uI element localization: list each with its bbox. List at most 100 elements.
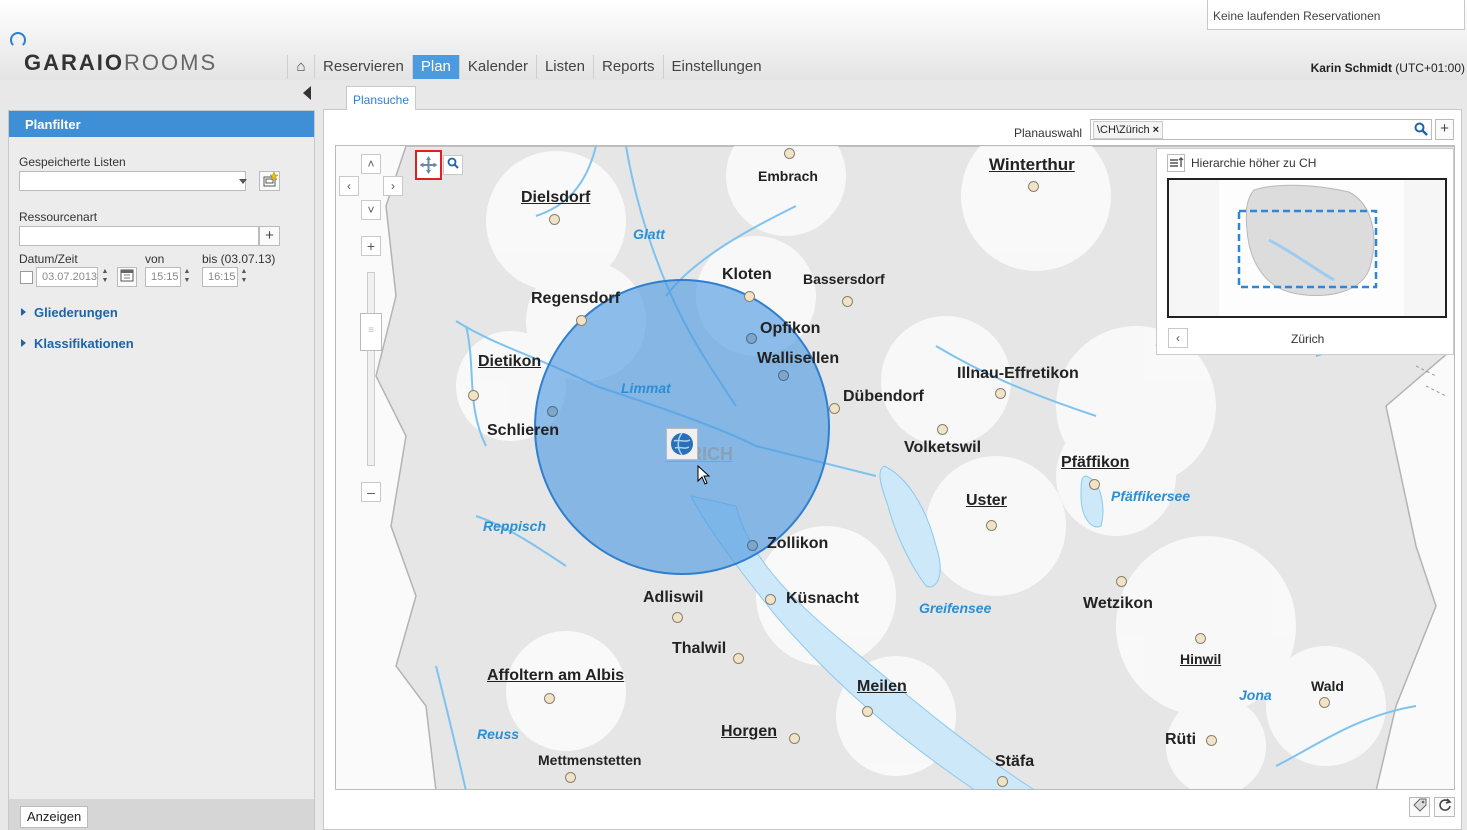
saved-lists-select[interactable] <box>19 171 246 191</box>
city-marker[interactable] <box>1206 735 1217 746</box>
search-icon[interactable] <box>1414 122 1428 139</box>
zoom-in-button[interactable]: + <box>361 236 381 256</box>
nav-listen[interactable]: Listen <box>535 55 593 79</box>
city-marker[interactable] <box>862 706 873 717</box>
city-marker[interactable] <box>744 291 755 302</box>
date-input[interactable]: 03.07.2013 <box>36 267 98 287</box>
city-marker[interactable] <box>672 612 683 623</box>
city-label[interactable]: Kloten <box>722 266 772 284</box>
date-stepper-icon[interactable]: ▲ ▼ <box>99 267 111 287</box>
city-marker[interactable] <box>1089 479 1100 490</box>
zoom-out-button[interactable]: – <box>361 482 381 502</box>
nav-einstellungen[interactable]: Einstellungen <box>662 55 770 79</box>
from-time-input[interactable]: 15:15 <box>145 267 181 287</box>
city-marker[interactable] <box>789 733 800 744</box>
nav-reports[interactable]: Reports <box>592 55 663 79</box>
city-label[interactable]: Illnau-Effretikon <box>957 365 1079 383</box>
section-klassifikationen[interactable]: Klassifikationen <box>21 336 134 351</box>
pan-down-icon[interactable]: ˅ <box>361 200 381 220</box>
city-marker[interactable] <box>995 388 1006 399</box>
city-label[interactable]: Zollikon <box>767 535 828 553</box>
pan-right-icon[interactable]: › <box>383 176 403 196</box>
hierarchy-up-link[interactable]: Hierarchie höher zu CH <box>1191 156 1316 170</box>
city-label[interactable]: Pfäffikon <box>1061 454 1129 472</box>
city-label[interactable]: Küsnacht <box>786 590 859 608</box>
city-marker[interactable] <box>576 315 587 326</box>
city-label[interactable]: Dübendorf <box>843 388 924 406</box>
show-button[interactable]: Anzeigen <box>20 806 89 828</box>
from-time-stepper-icon[interactable]: ▲ ▼ <box>181 267 193 287</box>
city-label[interactable]: Dielsdorf <box>521 189 590 207</box>
overview-back-icon[interactable]: ‹ <box>1168 328 1188 348</box>
city-label[interactable]: Adliswil <box>643 589 703 607</box>
city-marker[interactable] <box>1319 697 1330 708</box>
overview-map[interactable] <box>1167 178 1447 318</box>
home-icon[interactable]: ⌂ <box>287 55 314 79</box>
city-marker[interactable] <box>1116 576 1127 587</box>
city-label[interactable]: Regensdorf <box>531 290 620 308</box>
city-label[interactable]: Wallisellen <box>757 350 839 368</box>
city-label[interactable]: Horgen <box>721 723 777 741</box>
datetime-checkbox[interactable] <box>20 271 33 284</box>
pan-up-icon[interactable]: ˄ <box>361 154 381 174</box>
city-label[interactable]: Affoltern am Albis <box>487 667 624 685</box>
tab-plansuche[interactable]: Plansuche <box>346 86 416 110</box>
add-plan-button[interactable]: + <box>1435 119 1454 140</box>
city-label[interactable]: Mettmenstetten <box>538 752 641 768</box>
zoom-slider-track[interactable] <box>367 272 375 466</box>
pan-left-icon[interactable]: ‹ <box>339 176 359 196</box>
refresh-button[interactable] <box>1434 797 1455 817</box>
city-label[interactable]: Meilen <box>857 678 907 696</box>
city-marker[interactable] <box>784 148 795 159</box>
city-marker[interactable] <box>544 693 555 704</box>
city-marker[interactable] <box>549 214 560 225</box>
pan-tool-button[interactable] <box>415 150 442 180</box>
resource-type-select[interactable] <box>19 226 259 246</box>
city-label[interactable]: Opfikon <box>760 320 820 338</box>
city-label[interactable]: Uster <box>966 492 1007 510</box>
save-list-button[interactable] <box>259 171 280 191</box>
city-label[interactable]: Dietikon <box>478 353 541 371</box>
city-label[interactable]: Rüti <box>1165 731 1196 749</box>
nav-kalender[interactable]: Kalender <box>458 55 536 79</box>
nav-reservieren[interactable]: Reservieren <box>314 55 412 79</box>
remove-chip-icon[interactable]: × <box>1153 124 1159 136</box>
city-marker[interactable] <box>829 403 840 414</box>
city-marker[interactable] <box>1028 181 1039 192</box>
zoom-tool-button[interactable] <box>443 155 463 175</box>
city-label[interactable]: Winterthur <box>989 155 1075 175</box>
nav-plan[interactable]: Plan <box>411 55 459 79</box>
city-marker[interactable] <box>747 540 758 551</box>
city-marker[interactable] <box>937 424 948 435</box>
hierarchy-up-icon[interactable] <box>1167 154 1185 172</box>
zoom-slider-handle[interactable]: ≡ <box>360 313 382 351</box>
section-gliederungen[interactable]: Gliederungen <box>21 305 118 320</box>
city-marker[interactable] <box>733 653 744 664</box>
collapse-sidebar-icon[interactable] <box>303 86 311 100</box>
to-time-input[interactable]: 16:15 <box>202 267 238 287</box>
city-label[interactable]: Thalwil <box>672 640 726 658</box>
city-marker[interactable] <box>565 772 576 783</box>
city-marker[interactable] <box>746 333 757 344</box>
map-view[interactable]: Embrach Winterthur Dielsdorf Kloten Bass… <box>335 145 1455 790</box>
city-marker[interactable] <box>547 406 558 417</box>
location-pin[interactable] <box>666 428 698 460</box>
city-marker[interactable] <box>1195 633 1206 644</box>
city-label[interactable]: Wetzikon <box>1083 595 1153 613</box>
city-marker[interactable] <box>986 520 997 531</box>
city-label[interactable]: Volketswil <box>904 439 981 457</box>
city-label[interactable]: Schlieren <box>487 422 559 440</box>
city-label[interactable]: Hinwil <box>1180 651 1221 667</box>
city-label[interactable]: Stäfa <box>995 753 1034 771</box>
city-marker[interactable] <box>468 390 479 401</box>
current-user[interactable]: Karin Schmidt (UTC+01:00) <box>1311 61 1465 75</box>
city-marker[interactable] <box>778 370 789 381</box>
city-marker[interactable] <box>997 776 1008 787</box>
tag-tool-button[interactable] <box>1409 797 1430 817</box>
city-label[interactable]: Embrach <box>758 168 818 184</box>
chevron-down-icon[interactable] <box>239 179 247 184</box>
city-marker[interactable] <box>842 296 853 307</box>
city-label[interactable]: Wald <box>1311 678 1344 694</box>
city-label[interactable]: Bassersdorf <box>803 271 885 287</box>
calendar-button[interactable] <box>117 267 137 287</box>
